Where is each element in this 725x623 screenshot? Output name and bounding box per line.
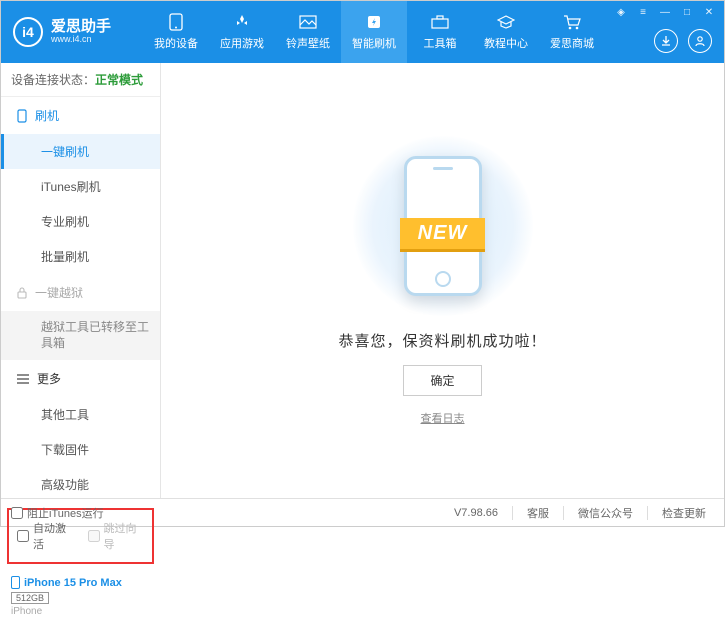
- device-type: iPhone: [11, 606, 150, 617]
- section-more[interactable]: 更多: [1, 360, 160, 397]
- success-message: 恭喜您，保资料刷机成功啦！: [338, 330, 546, 351]
- menu-icon[interactable]: ≡: [636, 5, 650, 19]
- nav-label: 应用游戏: [220, 35, 264, 51]
- sidebar-item-advanced[interactable]: 高级功能: [1, 467, 160, 502]
- footer-check-update[interactable]: 检查更新: [654, 505, 714, 521]
- new-ribbon: NEW: [400, 218, 486, 249]
- toolbox-icon: [430, 13, 450, 31]
- checkbox-block-itunes[interactable]: 阻止iTunes运行: [11, 505, 104, 521]
- main-content: NEW 恭喜您，保资料刷机成功啦！ 确定 查看日志: [161, 63, 724, 498]
- skin-icon[interactable]: ◈: [614, 5, 628, 19]
- maximize-icon[interactable]: □: [680, 5, 694, 19]
- success-illustration: NEW: [353, 136, 533, 316]
- nav-label: 爱思商城: [550, 35, 594, 51]
- section-jailbreak: 一键越狱: [1, 274, 160, 311]
- lock-icon: [17, 287, 27, 299]
- nav-ringtone-wallpaper[interactable]: 铃声壁纸: [275, 1, 341, 63]
- logo-title: 爱思助手: [51, 19, 111, 36]
- logo-subtitle: www.i4.cn: [51, 35, 111, 45]
- app-header: i4 爱思助手 www.i4.cn 我的设备 应用游戏 铃声壁纸 智能刷机: [1, 1, 724, 63]
- confirm-button[interactable]: 确定: [403, 365, 481, 396]
- sidebar-item-pro-flash[interactable]: 专业刷机: [1, 204, 160, 239]
- nav-label: 智能刷机: [352, 35, 396, 51]
- nav-label: 教程中心: [484, 35, 528, 51]
- sidebar-item-itunes-flash[interactable]: iTunes刷机: [1, 169, 160, 204]
- view-log-link[interactable]: 查看日志: [421, 410, 465, 426]
- footer-support[interactable]: 客服: [519, 505, 557, 521]
- top-nav: 我的设备 应用游戏 铃声壁纸 智能刷机 工具箱 教程中心: [143, 1, 605, 63]
- nav-label: 工具箱: [424, 35, 457, 51]
- sidebar-jailbreak-note[interactable]: 越狱工具已转移至工具箱: [1, 311, 160, 360]
- sidebar-item-other-tools[interactable]: 其他工具: [1, 397, 160, 432]
- image-icon: [298, 13, 318, 31]
- logo[interactable]: i4 爱思助手 www.i4.cn: [13, 17, 143, 47]
- sidebar-item-oneclick-flash[interactable]: 一键刷机: [1, 134, 160, 169]
- graduation-icon: [496, 13, 516, 31]
- nav-label: 我的设备: [154, 35, 198, 51]
- logo-icon: i4: [13, 17, 43, 47]
- device-phone-icon: [11, 576, 20, 589]
- download-button[interactable]: [654, 29, 678, 53]
- user-button[interactable]: [688, 29, 712, 53]
- phone-small-icon: [17, 109, 27, 123]
- footer: 阻止iTunes运行 V7.98.66 客服 微信公众号 检查更新: [1, 498, 724, 526]
- cart-icon: [562, 13, 582, 31]
- version-label: V7.98.66: [446, 507, 506, 519]
- section-flash[interactable]: 刷机: [1, 97, 160, 134]
- nav-smart-flash[interactable]: 智能刷机: [341, 1, 407, 63]
- device-status: 设备连接状态：正常模式: [1, 63, 160, 97]
- flash-icon: [364, 13, 384, 31]
- close-icon[interactable]: ✕: [702, 5, 716, 19]
- list-icon: [17, 374, 29, 384]
- sidebar-item-download-firmware[interactable]: 下载固件: [1, 432, 160, 467]
- nav-my-device[interactable]: 我的设备: [143, 1, 209, 63]
- minimize-icon[interactable]: —: [658, 5, 672, 19]
- nav-apps-games[interactable]: 应用游戏: [209, 1, 275, 63]
- device-storage: 512GB: [11, 592, 49, 604]
- footer-wechat[interactable]: 微信公众号: [570, 505, 641, 521]
- nav-toolbox[interactable]: 工具箱: [407, 1, 473, 63]
- nav-tutorials[interactable]: 教程中心: [473, 1, 539, 63]
- sidebar-item-batch-flash[interactable]: 批量刷机: [1, 239, 160, 274]
- sidebar: 设备连接状态：正常模式 刷机 一键刷机 iTunes刷机 专业刷机 批量刷机 一…: [1, 63, 161, 498]
- phone-icon: [166, 13, 186, 31]
- apps-icon: [232, 13, 252, 31]
- nav-label: 铃声壁纸: [286, 35, 330, 51]
- nav-store[interactable]: 爱思商城: [539, 1, 605, 63]
- connected-device[interactable]: iPhone 15 Pro Max 512GB iPhone: [1, 570, 160, 623]
